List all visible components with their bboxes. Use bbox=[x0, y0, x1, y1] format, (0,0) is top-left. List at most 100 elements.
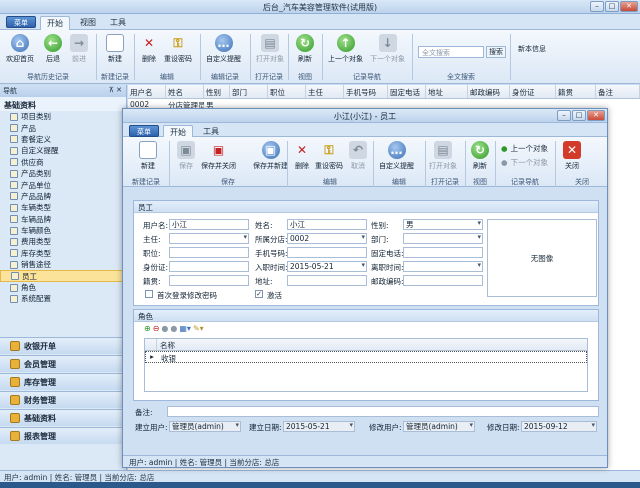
tab-start[interactable]: 开始 bbox=[40, 16, 70, 30]
nav-section[interactable]: 收银开单 bbox=[0, 337, 127, 354]
dialog-save-button[interactable]: ▣ 保存 bbox=[177, 141, 195, 171]
sidebar-item[interactable]: 角色 bbox=[0, 282, 126, 293]
reset-password-button[interactable]: ⚿ 重设密码 bbox=[164, 34, 192, 64]
employee-photo[interactable]: 无图像 bbox=[487, 219, 597, 297]
active-checkbox[interactable]: ✓ bbox=[255, 290, 263, 298]
dialog-previous-object-button[interactable]: ● 上一个对象 bbox=[501, 143, 548, 154]
minimize-button[interactable]: – bbox=[590, 1, 604, 12]
version-info-button[interactable]: 新本信息 bbox=[518, 44, 546, 54]
supervisor-select[interactable] bbox=[169, 233, 249, 244]
column-header[interactable]: 籍贯 bbox=[556, 85, 596, 98]
nav-section[interactable]: 基础资料 bbox=[0, 409, 127, 426]
branch-select[interactable]: 0002 bbox=[287, 233, 367, 244]
dialog-refresh-button[interactable]: ↻ 刷新 bbox=[471, 141, 489, 171]
dialog-save-close-button[interactable]: ▣ 保存并关闭 bbox=[201, 141, 236, 171]
close-button[interactable]: ✕ bbox=[620, 1, 638, 12]
sidebar-item[interactable]: 自定义提醒 bbox=[0, 145, 126, 156]
export-icon[interactable]: ▦▾ bbox=[179, 324, 191, 334]
nav-section[interactable]: 会员管理 bbox=[0, 355, 127, 372]
postal-code-field[interactable] bbox=[403, 275, 483, 286]
phone-field[interactable] bbox=[403, 247, 483, 258]
column-header[interactable]: 性别 bbox=[204, 85, 230, 98]
edit-icon[interactable]: ✎▾ bbox=[193, 324, 204, 334]
column-header[interactable]: 用户名 bbox=[128, 85, 166, 98]
hire-date-picker[interactable]: 2015-05-21 bbox=[287, 261, 367, 272]
disabled-icon[interactable]: ● bbox=[170, 324, 177, 334]
username-field[interactable]: 小江 bbox=[169, 219, 249, 230]
dialog-reset-password-button[interactable]: ⚿ 重设密码 bbox=[315, 141, 343, 171]
sidebar-item[interactable]: 供应商 bbox=[0, 157, 126, 168]
refresh-button[interactable]: ↻ 刷新 bbox=[296, 34, 314, 64]
dialog-cancel-button[interactable]: ↶ 取消 bbox=[349, 141, 367, 171]
column-header[interactable]: 职位 bbox=[268, 85, 306, 98]
fulltext-search-input[interactable]: 全文搜索 bbox=[418, 46, 484, 58]
sidebar-item[interactable]: 产品品牌 bbox=[0, 191, 126, 202]
dialog-custom-reminder-button[interactable]: … 自定义提醒 bbox=[379, 141, 414, 171]
sidebar-item[interactable]: 项目类别 bbox=[0, 111, 126, 122]
name-field[interactable]: 小江 bbox=[287, 219, 367, 230]
column-header[interactable]: 主任 bbox=[306, 85, 344, 98]
custom-reminder-button[interactable]: … 自定义提醒 bbox=[206, 34, 241, 64]
dialog-close-record-button[interactable]: ✕ 关闭 bbox=[563, 141, 581, 171]
open-object-button[interactable]: ▤ 打开对象 bbox=[256, 34, 284, 64]
delete-button[interactable]: ✕ 删除 bbox=[140, 34, 158, 64]
sidebar-item[interactable]: 车辆品牌 bbox=[0, 214, 126, 225]
sidebar-item[interactable]: 产品单位 bbox=[0, 179, 126, 190]
sidebar-item[interactable]: 车辆颜色 bbox=[0, 225, 126, 236]
sidebar-item[interactable]: 费用类型 bbox=[0, 236, 126, 247]
column-header[interactable]: 备注 bbox=[596, 85, 640, 98]
next-object-button[interactable]: ↓ 下一个对象 bbox=[370, 34, 405, 64]
tab-tools[interactable]: 工具 bbox=[104, 16, 132, 30]
gender-select[interactable]: 男 bbox=[403, 219, 483, 230]
remark-field[interactable] bbox=[167, 406, 599, 417]
welcome-button[interactable]: ⌂ 欢迎首页 bbox=[6, 34, 34, 64]
sidebar-item[interactable]: 产品 bbox=[0, 122, 126, 133]
department-select[interactable] bbox=[403, 233, 483, 244]
column-header[interactable]: 姓名 bbox=[166, 85, 204, 98]
position-field[interactable] bbox=[169, 247, 249, 258]
app-menu-button[interactable]: 菜单 bbox=[6, 16, 36, 28]
sidebar-item[interactable]: 库存类型 bbox=[0, 248, 126, 259]
column-header[interactable]: 部门 bbox=[230, 85, 268, 98]
nav-section[interactable]: 报表管理 bbox=[0, 427, 127, 444]
leave-date-picker[interactable] bbox=[403, 261, 483, 272]
sidebar-item[interactable]: 系统配置 bbox=[0, 293, 126, 304]
id-card-field[interactable] bbox=[169, 261, 249, 272]
origin-field[interactable] bbox=[169, 275, 249, 286]
column-header[interactable]: 身份证 bbox=[510, 85, 556, 98]
column-header[interactable]: 地址 bbox=[426, 85, 468, 98]
forward-button[interactable]: → 前进 bbox=[70, 34, 88, 64]
nav-section[interactable]: 库存管理 bbox=[0, 373, 127, 390]
previous-object-button[interactable]: ↑ 上一个对象 bbox=[328, 34, 363, 64]
dialog-maximize-button[interactable]: □ bbox=[572, 110, 586, 121]
first-login-change-password-checkbox[interactable] bbox=[145, 290, 153, 298]
mobile-field[interactable] bbox=[287, 247, 367, 258]
dialog-app-menu-button[interactable]: 菜单 bbox=[129, 125, 159, 137]
dialog-new-button[interactable]: 新建 bbox=[139, 141, 157, 171]
column-header[interactable]: 固定电话 bbox=[388, 85, 426, 98]
dialog-save-new-button[interactable]: ▣ 保存并新建 bbox=[253, 141, 288, 171]
back-button[interactable]: ← 后退 bbox=[44, 34, 62, 64]
column-header[interactable]: 手机号码 bbox=[344, 85, 388, 98]
dialog-minimize-button[interactable]: – bbox=[557, 110, 571, 121]
add-icon[interactable]: ⊕ bbox=[144, 324, 151, 334]
new-button[interactable]: 新建 bbox=[106, 34, 124, 64]
search-button[interactable]: 搜索 bbox=[486, 46, 506, 58]
dialog-delete-button[interactable]: ✕ 删除 bbox=[293, 141, 311, 171]
column-header[interactable]: 邮政编码 bbox=[468, 85, 510, 98]
pin-icon[interactable]: ⊼ ✕ bbox=[109, 86, 122, 94]
nav-group-title[interactable]: 基础资料 bbox=[0, 97, 126, 111]
remove-icon[interactable]: ⊖ bbox=[153, 324, 160, 334]
dialog-next-object-button[interactable]: ● 下一个对象 bbox=[501, 157, 548, 168]
sidebar-item[interactable]: 车辆类型 bbox=[0, 202, 126, 213]
sidebar-item[interactable]: 销售途径 bbox=[0, 259, 126, 270]
disabled-icon[interactable]: ● bbox=[161, 324, 168, 334]
address-field[interactable] bbox=[287, 275, 367, 286]
sidebar-item[interactable]: 产品类别 bbox=[0, 168, 126, 179]
tab-view[interactable]: 视图 bbox=[74, 16, 102, 30]
sidebar-item[interactable]: 套餐定义 bbox=[0, 134, 126, 145]
dialog-close-button[interactable]: ✕ bbox=[587, 110, 605, 121]
maximize-button[interactable]: □ bbox=[605, 1, 619, 12]
dialog-open-object-button[interactable]: ▤ 打开对象 bbox=[429, 141, 457, 171]
sidebar-item[interactable]: 员工 bbox=[0, 270, 126, 282]
